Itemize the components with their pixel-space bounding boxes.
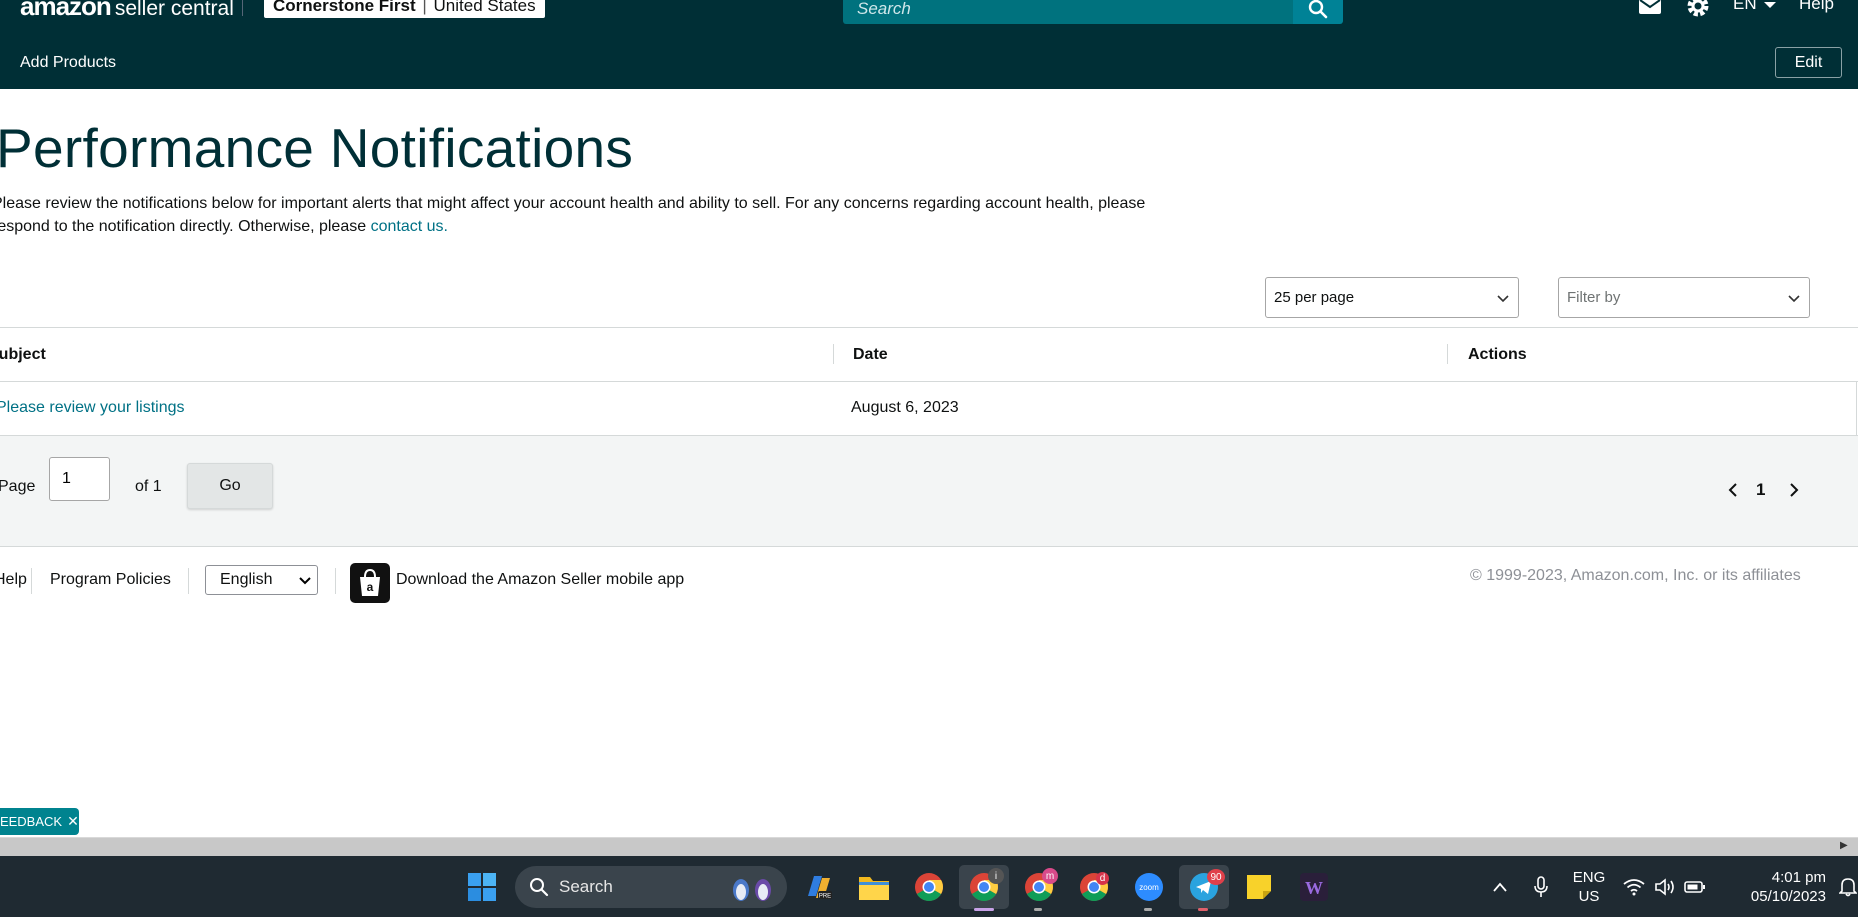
chevron-left-icon[interactable] [1727, 482, 1739, 503]
footer-language-value: English [220, 571, 273, 588]
chevron-down-icon [1497, 295, 1509, 303]
table-top-border [0, 327, 1858, 328]
gear-icon[interactable] [1686, 0, 1710, 23]
help-link[interactable]: Help [1799, 0, 1834, 14]
filter-placeholder: Filter by [1567, 289, 1621, 306]
search-input[interactable] [843, 0, 1293, 24]
search-icon [530, 878, 549, 897]
chevron-down-icon [299, 577, 311, 585]
zoom-label: zoom [1139, 883, 1159, 892]
scroll-right-icon[interactable]: ▶ [1840, 840, 1848, 851]
header-divider [242, 0, 243, 16]
edit-button[interactable]: Edit [1775, 47, 1842, 78]
footer-divider [188, 568, 189, 594]
taskbar-search-label: Search [559, 877, 613, 896]
running-indicator [1198, 908, 1208, 911]
battery-icon[interactable] [1677, 869, 1713, 905]
notification-badge: i [988, 868, 1004, 884]
notification-subject-link[interactable]: Please review your listings [0, 399, 185, 417]
clock[interactable]: 4:01 pm 05/10/2023 [1716, 868, 1826, 906]
current-page-number[interactable]: 1 [1756, 480, 1765, 500]
table-right-border [1856, 382, 1857, 436]
account-switcher[interactable]: Cornerstone First | United States [264, 0, 545, 18]
language-selector[interactable]: EN [1733, 0, 1777, 14]
horizontal-scrollbar[interactable] [0, 837, 1858, 856]
svg-text:W: W [1305, 878, 1323, 898]
page-total: of 1 [135, 478, 162, 495]
feedback-tab[interactable]: FEEDBACK ✕ [0, 808, 79, 835]
page-title: Performance Notifications [0, 117, 634, 179]
marketplace-name: United States [433, 0, 536, 15]
sticky-notes-icon[interactable] [1241, 869, 1277, 905]
feedback-label: FEEDBACK [0, 814, 63, 829]
running-indicator [1034, 908, 1042, 911]
language-label: EN [1733, 0, 1757, 13]
chrome-icon[interactable] [911, 869, 947, 905]
clock-time: 4:01 pm [1771, 869, 1826, 886]
search-icon [1308, 0, 1328, 19]
column-divider [1447, 344, 1448, 364]
search-bar [843, 0, 1293, 24]
app-w-icon[interactable]: W [1296, 869, 1332, 905]
search-button[interactable] [1293, 0, 1343, 24]
column-divider [833, 344, 834, 364]
caret-down-icon [1764, 2, 1777, 8]
logo-product: seller central [114, 0, 234, 20]
amazon-seller-central-logo[interactable]: amazon seller central [20, 0, 234, 23]
running-indicator [1144, 908, 1152, 911]
notification-badge: 90 [1207, 869, 1225, 885]
close-icon[interactable]: ✕ [67, 813, 79, 830]
per-page-select[interactable]: 25 per page [1265, 277, 1519, 318]
microphone-icon[interactable] [1523, 869, 1559, 905]
description-text: Please review the notifications below fo… [0, 195, 1146, 235]
chevron-up-icon[interactable] [1482, 869, 1518, 905]
go-button[interactable]: Go [187, 463, 273, 509]
top-header: amazon seller central Cornerstone First |… [0, 0, 1858, 33]
windows-start-icon[interactable] [464, 869, 500, 905]
column-header-date[interactable]: Date [853, 346, 888, 364]
copyright-text: © 1999-2023, Amazon.com, Inc. or its aff… [1470, 567, 1801, 584]
nav-add-products[interactable]: Add Products [20, 54, 116, 72]
chevron-right-icon[interactable] [1788, 482, 1800, 503]
column-header-subject[interactable]: Subject [0, 346, 46, 364]
logo-brand: amazon [20, 0, 112, 21]
account-separator: | [422, 0, 427, 15]
mail-icon[interactable] [1638, 0, 1662, 20]
notification-bell-icon[interactable] [1830, 869, 1858, 905]
input-language-line1: ENG [1572, 869, 1606, 886]
footer-divider [335, 568, 336, 594]
column-header-actions: Actions [1468, 346, 1527, 363]
footer-language-select[interactable]: English [205, 565, 318, 595]
zoom-icon[interactable]: zoom [1131, 869, 1167, 905]
page-label: Page [0, 478, 36, 495]
chevron-down-icon [1788, 295, 1800, 303]
program-policies-link[interactable]: Program Policies [50, 571, 171, 589]
running-indicator [974, 908, 994, 911]
clock-date: 05/10/2023 [1750, 888, 1826, 905]
svg-text:PRE: PRE [819, 894, 831, 900]
per-page-value: 25 per page [1274, 289, 1355, 306]
pagination-panel [0, 435, 1858, 547]
filter-select[interactable]: Filter by [1558, 277, 1810, 318]
table-header-border [0, 381, 1858, 382]
svg-text:a: a [367, 580, 374, 594]
notification-badge: m [1042, 868, 1058, 884]
input-language-line2: US [1578, 888, 1600, 905]
input-language-indicator[interactable]: ENG US [1568, 868, 1610, 906]
account-name: Cornerstone First [273, 0, 416, 15]
notification-date: August 6, 2023 [851, 399, 959, 416]
page-number-input[interactable] [49, 457, 110, 501]
notification-badge: d [1096, 872, 1109, 885]
navigation-bar: Add Products Edit [0, 33, 1858, 89]
page-description: Please review the notifications below fo… [0, 193, 1182, 238]
penguins-decoration-icon [733, 879, 771, 901]
download-app-link[interactable]: Download the Amazon Seller mobile app [396, 571, 684, 589]
footer-divider [31, 568, 32, 594]
contact-us-link[interactable]: contact us. [371, 218, 448, 235]
amazon-seller-app-icon[interactable]: a [350, 563, 390, 603]
footer-help-link[interactable]: Help [0, 571, 27, 589]
copilot-icon[interactable]: PRE [801, 869, 837, 905]
file-explorer-icon[interactable] [856, 869, 892, 905]
taskbar-search[interactable]: Search [515, 866, 787, 908]
